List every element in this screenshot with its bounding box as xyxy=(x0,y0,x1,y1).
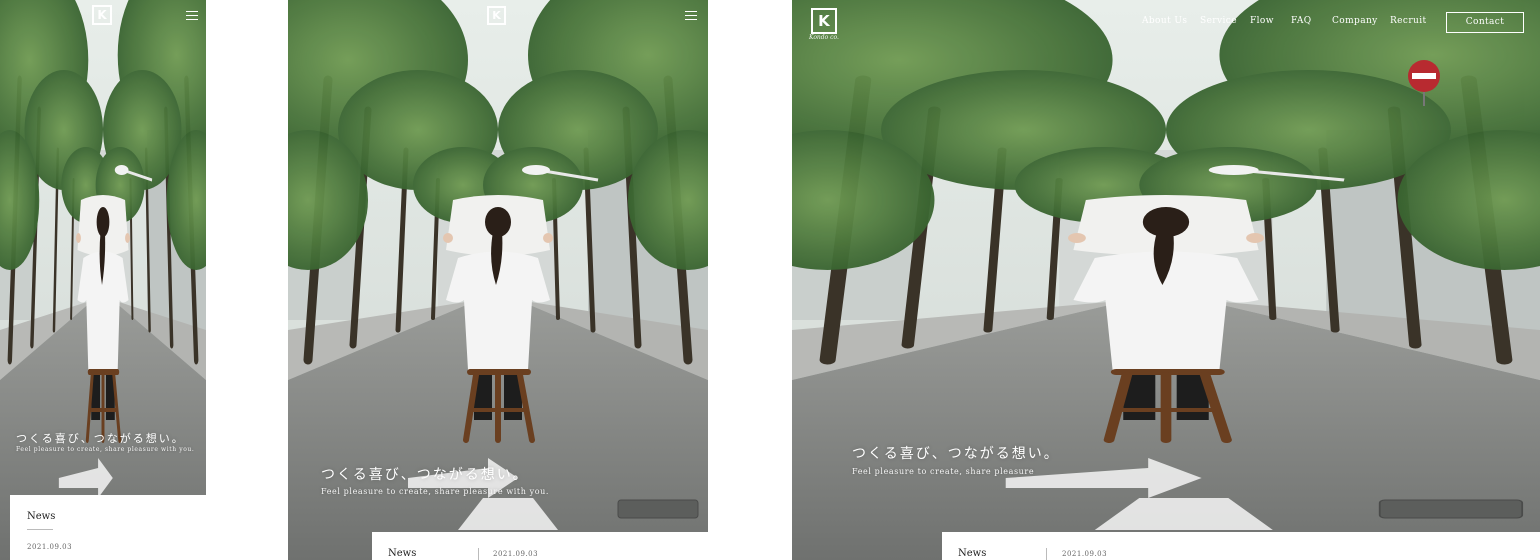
logo[interactable]: K xyxy=(92,5,112,25)
logo-mark-icon: K xyxy=(810,8,837,34)
logo-mark-icon: K xyxy=(487,6,506,25)
news-divider xyxy=(478,548,479,560)
hero-tagline-jp: つくる喜び、つながる想い。 xyxy=(16,432,185,445)
hamburger-menu-icon[interactable] xyxy=(186,11,198,21)
news-date: 2021.09.03 xyxy=(1062,550,1108,558)
logo-mark-icon: K xyxy=(92,5,112,25)
news-divider xyxy=(27,529,53,530)
hero-tagline-en: Feel pleasure to create, share pleasure … xyxy=(321,487,550,496)
logo[interactable]: K xyxy=(487,6,506,25)
news-card[interactable]: News 2021.09.03 xyxy=(372,532,708,560)
nav-flow[interactable]: Flow xyxy=(1250,16,1274,26)
news-date: 2021.09.03 xyxy=(27,543,73,551)
contact-button[interactable]: Contact xyxy=(1446,12,1524,33)
nav-company[interactable]: Company xyxy=(1332,16,1378,26)
news-label: News xyxy=(958,548,987,559)
nav-service[interactable]: Service xyxy=(1200,16,1237,26)
hero-photo xyxy=(0,0,206,560)
news-date: 2021.09.03 xyxy=(493,550,539,558)
no-entry-sign-icon xyxy=(1408,60,1440,106)
tablet-preview-panel: K つくる喜び、つながる想い。 Feel pleasure to create,… xyxy=(288,0,708,560)
nav-about-us[interactable]: About Us xyxy=(1142,16,1187,26)
hero-tagline-jp: つくる喜び、つながる想い。 xyxy=(852,446,1060,462)
logo[interactable]: K Kondo co. xyxy=(809,8,839,41)
news-card[interactable]: News 2021.09.03 xyxy=(942,532,1540,560)
nav-recruit[interactable]: Recruit xyxy=(1390,16,1427,26)
hamburger-menu-icon[interactable] xyxy=(685,11,697,21)
mobile-preview-panel: K つくる喜び、つながる想い。 Feel pleasure to create,… xyxy=(0,0,206,560)
nav-faq[interactable]: FAQ xyxy=(1291,16,1312,26)
logo-wordmark: Kondo co. xyxy=(809,34,839,41)
hero-tagline-jp: つくる喜び、つながる想い。 xyxy=(321,467,529,483)
desktop-preview-panel: K Kondo co. About Us Service Flow FAQ Co… xyxy=(792,0,1540,560)
hero-tagline-en: Feel pleasure to create, share pleasure … xyxy=(16,446,195,453)
news-label: News xyxy=(388,548,417,559)
news-divider xyxy=(1046,548,1047,560)
news-label: News xyxy=(27,511,56,522)
hero-tagline-en: Feel pleasure to create, share pleasure xyxy=(852,467,1035,476)
news-card[interactable]: News 2021.09.03 xyxy=(10,495,206,560)
